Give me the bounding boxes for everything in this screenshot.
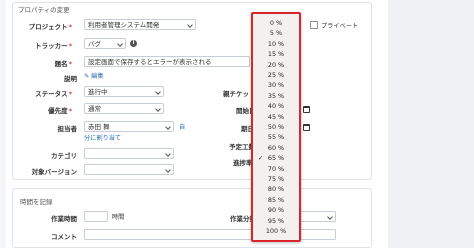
subject-label: 題名* bbox=[54, 60, 72, 68]
dropdown-option[interactable]: 25 % bbox=[253, 70, 299, 80]
private-checkbox[interactable] bbox=[310, 21, 318, 29]
assignee-select[interactable]: 赤田 舞 bbox=[84, 121, 174, 132]
dropdown-option-label: 30 % bbox=[267, 81, 285, 90]
done-ratio-label: 進捗率 bbox=[233, 159, 253, 167]
assign-to-me-link[interactable]: 分に割り当て bbox=[84, 133, 121, 142]
dropdown-option-label: 90 % bbox=[267, 206, 285, 215]
dropdown-option[interactable]: 5 % bbox=[253, 28, 299, 38]
dropdown-option-label: 60 % bbox=[267, 143, 285, 152]
dropdown-option-label: 20 % bbox=[267, 60, 285, 69]
dropdown-option[interactable]: 80 % bbox=[253, 184, 299, 194]
dropdown-option-label: 35 % bbox=[267, 91, 285, 100]
project-select[interactable]: 利用者管理システム開発 bbox=[84, 19, 196, 30]
dropdown-option-label: 75 % bbox=[267, 175, 285, 183]
priority-select[interactable]: 通常 bbox=[84, 103, 164, 114]
done-ratio-dropdown[interactable]: 0 % 5 % 10 % 15 % 20 % 25 % 30 % 35 % 40 % 45 % 50… bbox=[251, 12, 301, 242]
help-icon[interactable]: i bbox=[130, 40, 137, 47]
dropdown-option-label: 40 % bbox=[267, 102, 285, 111]
dropdown-option[interactable]: 0 % bbox=[253, 18, 299, 28]
version-label: 対象バージョン bbox=[31, 168, 77, 176]
tracker-select[interactable]: バグ bbox=[84, 38, 126, 49]
dropdown-option[interactable]: 45 % bbox=[253, 112, 299, 122]
subject-input[interactable]: 設定画面で保存するとエラーが表示される bbox=[84, 56, 250, 67]
private-label: プライベート bbox=[321, 23, 359, 30]
dropdown-option[interactable]: 95 % bbox=[253, 216, 299, 226]
description-label: 説明 bbox=[64, 75, 77, 83]
dropdown-option[interactable]: 40 % bbox=[253, 101, 299, 111]
dropdown-option[interactable]: 60 % bbox=[253, 143, 299, 153]
dropdown-option[interactable]: ✓ 65 % bbox=[253, 153, 299, 163]
priority-label: 優先度* bbox=[48, 107, 72, 115]
dropdown-option-label: 10 % bbox=[267, 39, 285, 48]
properties-legend: プロパティの変更 bbox=[16, 4, 72, 14]
tracker-label: トラッカー* bbox=[35, 42, 72, 50]
dropdown-option-label: 70 % bbox=[267, 164, 285, 173]
dropdown-option-label: 5 % bbox=[269, 29, 283, 38]
assignee-label: 担当者 bbox=[57, 125, 78, 133]
version-select[interactable] bbox=[84, 164, 174, 175]
check-icon: ✓ bbox=[258, 154, 264, 163]
category-label: カテゴリ bbox=[51, 152, 77, 160]
dropdown-option[interactable]: 100 % bbox=[253, 226, 299, 236]
dropdown-option-label: 55 % bbox=[267, 133, 285, 142]
dropdown-option-label: 100 % bbox=[265, 227, 287, 235]
dropdown-option-label: 45 % bbox=[267, 112, 285, 121]
dropdown-option-label: 80 % bbox=[267, 185, 285, 194]
calendar-icon[interactable] bbox=[303, 106, 310, 113]
time-entry-legend: 時間を記録 bbox=[18, 196, 55, 206]
dropdown-option-label: 0 % bbox=[269, 19, 283, 27]
dropdown-option-label: 85 % bbox=[267, 195, 285, 204]
time-spent-label: 作業時間 bbox=[51, 215, 77, 223]
comment-label: コメント bbox=[51, 233, 77, 241]
dropdown-option[interactable]: 90 % bbox=[253, 205, 299, 215]
project-label: プロジェクト* bbox=[28, 23, 72, 31]
dropdown-option[interactable]: 30 % bbox=[253, 80, 299, 90]
pencil-icon: ✎ bbox=[84, 73, 90, 80]
time-spent-input[interactable] bbox=[84, 211, 108, 222]
dropdown-option-label: 95 % bbox=[267, 216, 285, 225]
dropdown-option[interactable]: 50 % bbox=[253, 122, 299, 132]
activity-select[interactable] bbox=[296, 211, 336, 222]
dropdown-option[interactable]: 55 % bbox=[253, 132, 299, 142]
status-select[interactable]: 進行中 bbox=[84, 86, 164, 97]
dropdown-option[interactable]: 70 % bbox=[253, 164, 299, 174]
dropdown-option[interactable]: 35 % bbox=[253, 91, 299, 101]
dropdown-option-label: 65 % bbox=[267, 154, 285, 163]
right-sidebar bbox=[388, 0, 474, 248]
page-left-margin bbox=[0, 0, 6, 248]
dropdown-option-label: 15 % bbox=[267, 50, 285, 59]
dropdown-option[interactable]: 15 % bbox=[253, 49, 299, 59]
dropdown-option-label: 50 % bbox=[267, 123, 285, 131]
dropdown-option[interactable]: 85 % bbox=[253, 195, 299, 205]
dropdown-option-label: 25 % bbox=[267, 71, 285, 79]
dropdown-option[interactable]: 75 % bbox=[253, 174, 299, 184]
calendar-icon[interactable] bbox=[303, 124, 310, 131]
dropdown-option[interactable]: 20 % bbox=[253, 60, 299, 70]
dropdown-option[interactable]: 10 % bbox=[253, 39, 299, 49]
description-edit-link[interactable]: ✎ 編集 bbox=[84, 71, 104, 80]
status-label: ステータス* bbox=[35, 90, 72, 98]
time-unit-label: 時間 bbox=[112, 214, 125, 221]
category-select[interactable] bbox=[84, 148, 174, 159]
assign-to-me-extra[interactable]: 自 bbox=[179, 122, 185, 131]
